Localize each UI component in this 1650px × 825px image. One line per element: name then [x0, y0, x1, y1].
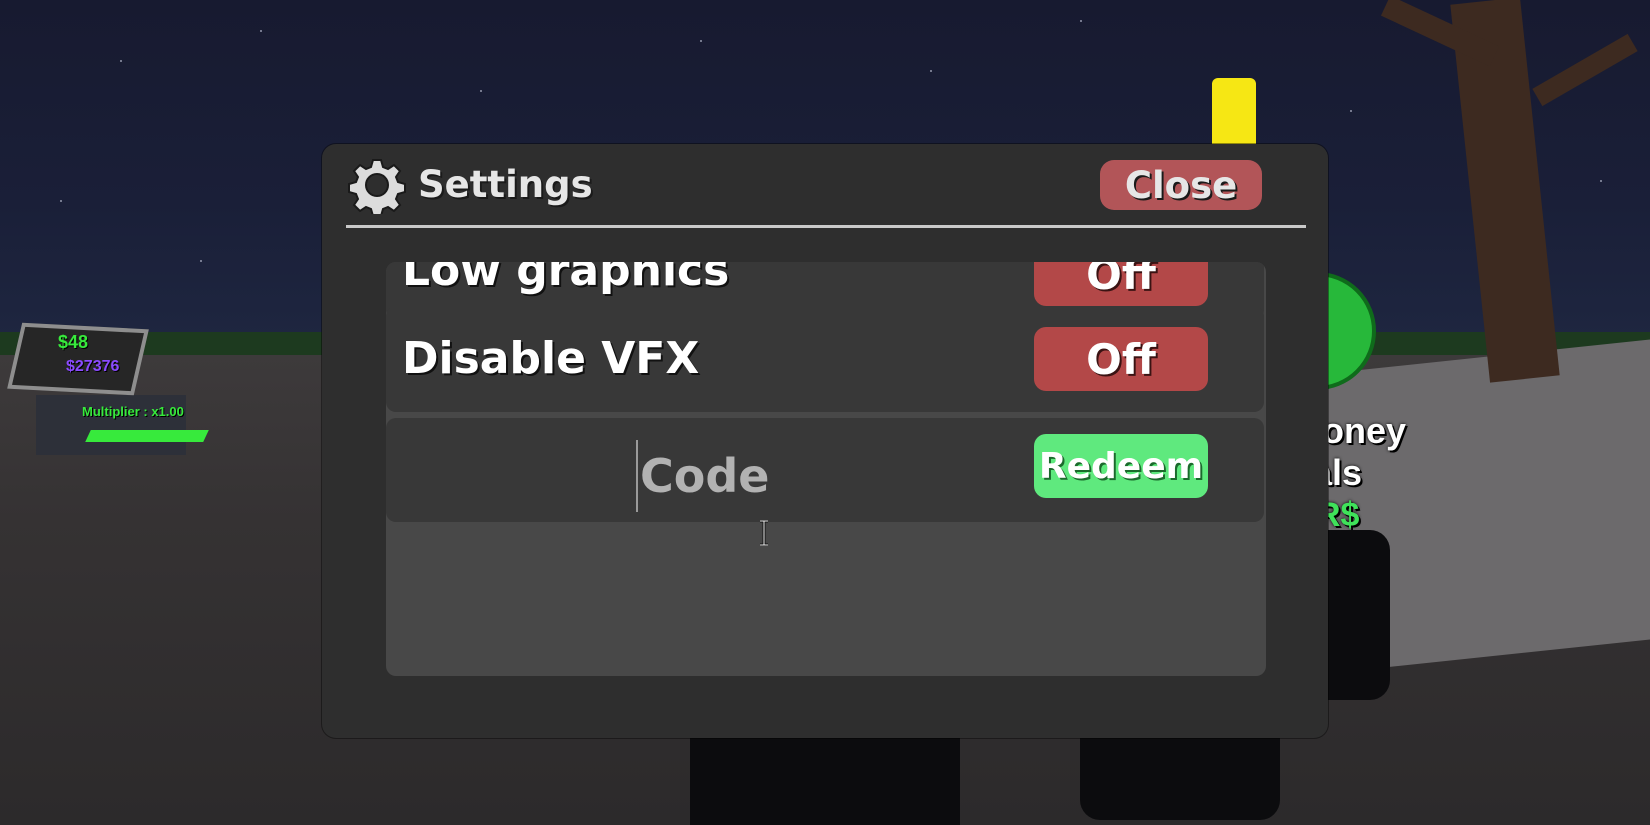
yellow-pillar [1212, 78, 1256, 148]
star [260, 30, 262, 32]
disable-vfx-toggle[interactable]: Off [1034, 327, 1208, 391]
text-cursor-icon [758, 519, 770, 547]
kiosk-cash: $48 [58, 332, 89, 352]
player-avatar [690, 738, 960, 825]
star [1350, 110, 1352, 112]
settings-title: Settings [418, 163, 593, 206]
low-graphics-toggle[interactable]: Off [1034, 262, 1208, 306]
star [60, 200, 62, 202]
settings-scroll-list[interactable]: Low graphics Off Disable VFX Off Redeem [386, 262, 1266, 676]
star [1600, 180, 1602, 182]
setting-label: Disable VFX [402, 333, 700, 384]
redeem-button[interactable]: Redeem [1034, 434, 1208, 498]
star [700, 40, 702, 42]
code-input[interactable] [636, 440, 982, 512]
header-divider [346, 225, 1306, 228]
kiosk-green-pad [85, 430, 209, 442]
kiosk-value: $27376 [66, 358, 120, 375]
redeem-code-row: Redeem [386, 418, 1264, 522]
gear-icon [348, 156, 406, 217]
close-button[interactable]: Close [1100, 160, 1262, 210]
star [930, 70, 932, 72]
star [120, 60, 122, 62]
kiosk-multiplier: Multiplier : x1.00 [82, 404, 184, 419]
star [1080, 20, 1082, 22]
star [480, 90, 482, 92]
star [200, 260, 202, 262]
setting-row-disable-vfx: Disable VFX Off [386, 306, 1264, 412]
